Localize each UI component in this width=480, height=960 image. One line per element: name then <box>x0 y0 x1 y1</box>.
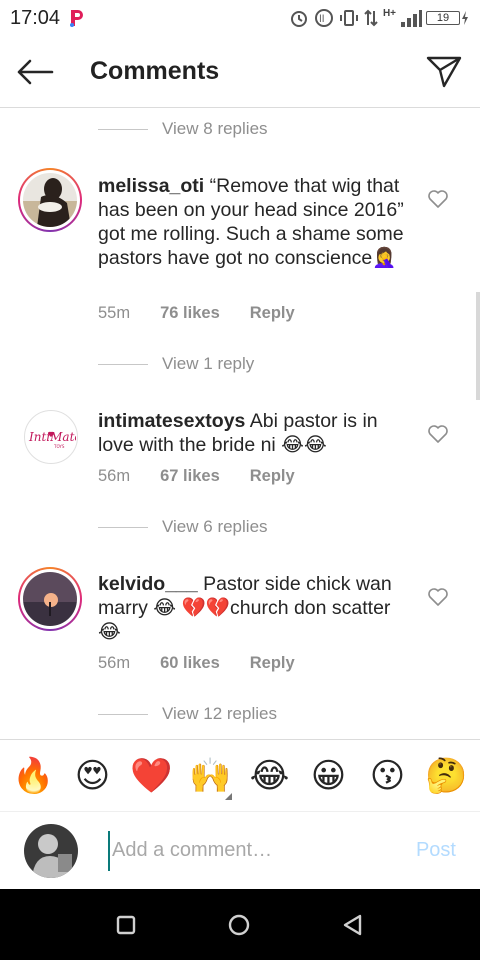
app-notification-icon <box>70 10 84 27</box>
my-avatar <box>24 823 78 878</box>
comment-body: kelvido___ Pastor side chick wan marry 😂… <box>98 572 418 644</box>
reply-button[interactable]: Reply <box>250 304 295 323</box>
thinking-emoji-button[interactable]: 🤔 <box>422 756 472 796</box>
share-button[interactable] <box>408 36 480 108</box>
comment-username[interactable]: intimatesextoys <box>98 410 245 432</box>
like-heart-icon[interactable] <box>426 187 450 211</box>
signal-icon <box>401 10 422 27</box>
comment-likes[interactable]: 60 likes <box>160 654 220 673</box>
divider-line <box>98 713 148 715</box>
reply-button[interactable]: Reply <box>250 467 295 486</box>
raised-hands-emoji-button[interactable]: 🙌 <box>186 756 236 800</box>
comment-username[interactable]: kelvido___ <box>98 573 198 595</box>
home-circle-icon[interactable] <box>227 913 251 937</box>
alarm-icon <box>290 11 307 27</box>
svg-text:ll: ll <box>319 14 325 25</box>
comment-username[interactable]: melissa_oti <box>98 175 204 197</box>
svg-text:TOYS: TOYS <box>53 444 65 449</box>
avatar[interactable]: IntiMate TOYS <box>24 410 78 464</box>
like-heart-icon[interactable] <box>426 585 450 609</box>
comment-meta: 55m 76 likes Reply <box>98 304 325 323</box>
scrollbar[interactable] <box>476 292 480 400</box>
profile-photo-icon <box>24 823 78 878</box>
back-button[interactable] <box>0 36 70 108</box>
heart-eyes-emoji-button[interactable]: 😍 <box>68 756 118 796</box>
comment-body: intimatesextoys Abi pastor is in love wi… <box>98 409 418 457</box>
back-triangle-icon[interactable] <box>341 913 365 937</box>
comment-time: 56m <box>98 467 131 485</box>
battery-icon: 19 <box>426 10 470 26</box>
arrow-left-icon <box>17 59 54 84</box>
battery-level: 19 <box>426 11 460 25</box>
avatar[interactable] <box>18 168 82 232</box>
comments-list[interactable]: View 8 replies melissa_oti “Remove that … <box>0 109 480 739</box>
comment-meta: 56m 60 likes Reply <box>98 654 325 673</box>
recents-square-icon[interactable] <box>115 914 137 936</box>
charging-icon <box>462 11 468 25</box>
status-icons: ll H+ 19 <box>289 8 470 28</box>
data-saver-icon: ll <box>314 9 333 27</box>
view-replies-button[interactable]: View 8 replies <box>98 119 268 139</box>
comment-meta: 56m 67 likes Reply <box>98 467 325 486</box>
red-heart-emoji-button[interactable]: ❤️ <box>127 756 177 796</box>
comment-input[interactable] <box>108 830 378 871</box>
comment-time: 56m <box>98 654 131 672</box>
divider-line <box>98 526 148 528</box>
page-title: Comments <box>90 57 220 85</box>
status-time: 17:04 <box>10 6 61 29</box>
fire-emoji-button[interactable]: 🔥 <box>9 756 59 796</box>
grinning-emoji-button[interactable]: 😀 <box>304 756 354 796</box>
system-nav-bar <box>0 889 480 960</box>
raised-hands-emoji: 🙌 <box>189 756 232 795</box>
avatar[interactable] <box>18 567 82 631</box>
profile-photo-icon <box>23 173 77 227</box>
reply-button[interactable]: Reply <box>250 654 295 673</box>
comment-time: 55m <box>98 304 131 322</box>
tears-of-joy-emoji-button[interactable]: 😂 <box>245 756 295 796</box>
comment-likes[interactable]: 67 likes <box>160 467 220 486</box>
data-transfer-icon <box>364 9 378 27</box>
view-replies-button[interactable]: View 6 replies <box>98 517 268 537</box>
divider-line <box>98 128 148 130</box>
emoji-variant-indicator-icon <box>224 792 232 800</box>
view-replies-label: View 1 reply <box>162 354 255 373</box>
view-replies-label: View 8 replies <box>162 119 268 138</box>
comment-body: melissa_oti “Remove that wig that has be… <box>98 174 418 270</box>
view-replies-button[interactable]: View 1 reply <box>98 354 254 374</box>
post-button[interactable]: Post <box>416 839 456 862</box>
vibrate-icon <box>339 10 358 26</box>
view-replies-label: View 6 replies <box>162 517 268 536</box>
direct-send-icon <box>426 56 462 87</box>
kissing-emoji-button[interactable]: 😗 <box>363 756 413 796</box>
comment-likes[interactable]: 76 likes <box>160 304 220 323</box>
comment-composer: Post <box>0 811 480 889</box>
brand-logo-icon: IntiMate TOYS <box>28 430 76 449</box>
status-bar: 17:04 ll H+ 19 <box>0 0 480 36</box>
header: Comments <box>0 36 480 108</box>
divider-line <box>98 363 148 365</box>
view-replies-button[interactable]: View 12 replies <box>98 704 277 724</box>
view-replies-label: View 12 replies <box>162 704 277 723</box>
like-heart-icon[interactable] <box>426 422 450 446</box>
network-type-label: H+ <box>382 8 396 19</box>
profile-photo-icon <box>23 572 77 626</box>
emoji-quick-bar: 🔥 😍 ❤️ 🙌 😂 😀 😗 🤔 <box>0 739 480 811</box>
